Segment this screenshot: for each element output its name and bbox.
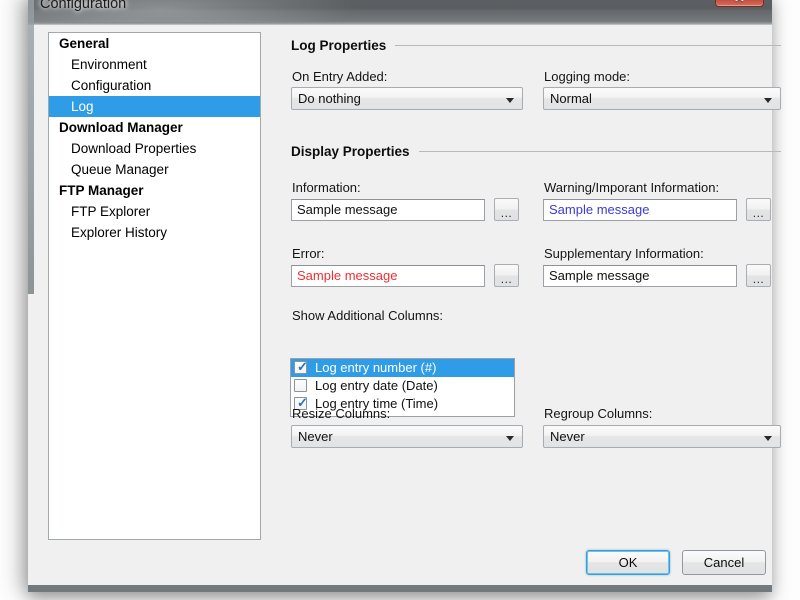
- log-properties-rule: [395, 45, 781, 46]
- list-item[interactable]: Log entry date (Date): [291, 377, 514, 395]
- error-browse-button[interactable]: ...: [494, 264, 519, 287]
- list-item-label: Log entry date (Date): [315, 378, 438, 393]
- title-bar[interactable]: Configuration ✕: [28, 0, 772, 26]
- list-item-label: Log entry number (#): [315, 360, 437, 375]
- information-value: Sample message: [297, 202, 398, 217]
- close-icon[interactable]: ✕: [715, 0, 764, 7]
- log-properties-group-title: Log Properties: [291, 38, 387, 53]
- information-label: Information:: [292, 180, 361, 195]
- ok-button-label: OK: [618, 555, 638, 570]
- ellipsis-icon: ...: [500, 272, 513, 286]
- cancel-button[interactable]: Cancel: [682, 550, 766, 575]
- close-glyph: ✕: [716, 0, 763, 4]
- tree-item-explorer-history[interactable]: Explorer History: [49, 222, 260, 243]
- warning-input[interactable]: Sample message: [543, 199, 737, 221]
- resize-columns-label: Resize Columns:: [292, 406, 391, 421]
- logging-mode-value: Normal: [550, 91, 592, 106]
- tree-group-general[interactable]: General: [49, 33, 260, 54]
- chevron-down-icon: [764, 98, 772, 103]
- ok-button[interactable]: OK: [586, 550, 670, 575]
- on-entry-added-combo[interactable]: Do nothing: [291, 87, 523, 110]
- ellipsis-icon: ...: [752, 206, 765, 220]
- dialog-client-area: General Environment Configuration Log Do…: [28, 25, 781, 585]
- supplementary-label: Supplementary Information:: [544, 246, 704, 261]
- on-entry-added-value: Do nothing: [298, 91, 361, 106]
- regroup-columns-label: Regroup Columns:: [544, 406, 653, 421]
- resize-columns-value: Never: [298, 429, 333, 444]
- tree-item-log[interactable]: Log: [49, 96, 260, 117]
- ellipsis-icon: ...: [500, 206, 513, 220]
- checkbox-log-entry-number[interactable]: ✓: [294, 359, 308, 374]
- desktop-background: Configuration ✕ General Environment Conf…: [0, 0, 800, 600]
- error-value: Sample message: [297, 268, 398, 283]
- check-icon: ✓: [297, 359, 308, 374]
- window-title: Configuration: [40, 0, 127, 12]
- tree-group-ftp-manager[interactable]: FTP Manager: [49, 180, 260, 201]
- supplementary-input[interactable]: Sample message: [543, 265, 737, 287]
- error-input[interactable]: Sample message: [291, 265, 485, 287]
- supplementary-browse-button[interactable]: ...: [746, 264, 771, 287]
- navigation-tree[interactable]: General Environment Configuration Log Do…: [48, 32, 261, 540]
- cancel-button-label: Cancel: [703, 555, 745, 570]
- on-entry-added-label: On Entry Added:: [292, 69, 388, 84]
- configuration-dialog-window: Configuration ✕ General Environment Conf…: [28, 0, 781, 592]
- logging-mode-label: Logging mode:: [544, 69, 631, 84]
- resize-columns-combo[interactable]: Never: [291, 425, 523, 448]
- tree-group-download-manager[interactable]: Download Manager: [49, 117, 260, 138]
- chevron-down-icon: [764, 436, 772, 441]
- error-label: Error:: [292, 246, 325, 261]
- tree-item-ftp-explorer[interactable]: FTP Explorer: [49, 201, 260, 222]
- tree-item-configuration[interactable]: Configuration: [49, 75, 260, 96]
- display-properties-rule: [419, 151, 781, 152]
- information-browse-button[interactable]: ...: [494, 198, 519, 221]
- display-properties-group-title: Display Properties: [291, 144, 410, 159]
- additional-columns-label: Show Additional Columns:: [292, 308, 444, 323]
- logging-mode-combo[interactable]: Normal: [543, 87, 781, 110]
- warning-label: Warning/Imporant Information:: [544, 180, 720, 195]
- tree-item-queue-manager[interactable]: Queue Manager: [49, 159, 260, 180]
- chevron-down-icon: [506, 436, 514, 441]
- supplementary-value: Sample message: [549, 268, 650, 283]
- chevron-down-icon: [506, 98, 514, 103]
- regroup-columns-combo[interactable]: Never: [543, 425, 781, 448]
- list-item[interactable]: ✓ Log entry number (#): [291, 359, 514, 377]
- warning-browse-button[interactable]: ...: [746, 198, 771, 221]
- information-input[interactable]: Sample message: [291, 199, 485, 221]
- checkbox-log-entry-date[interactable]: [294, 379, 307, 392]
- regroup-columns-value: Never: [550, 429, 585, 444]
- ellipsis-icon: ...: [752, 272, 765, 286]
- tree-item-environment[interactable]: Environment: [49, 54, 260, 75]
- warning-value: Sample message: [549, 202, 650, 217]
- tree-item-download-properties[interactable]: Download Properties: [49, 138, 260, 159]
